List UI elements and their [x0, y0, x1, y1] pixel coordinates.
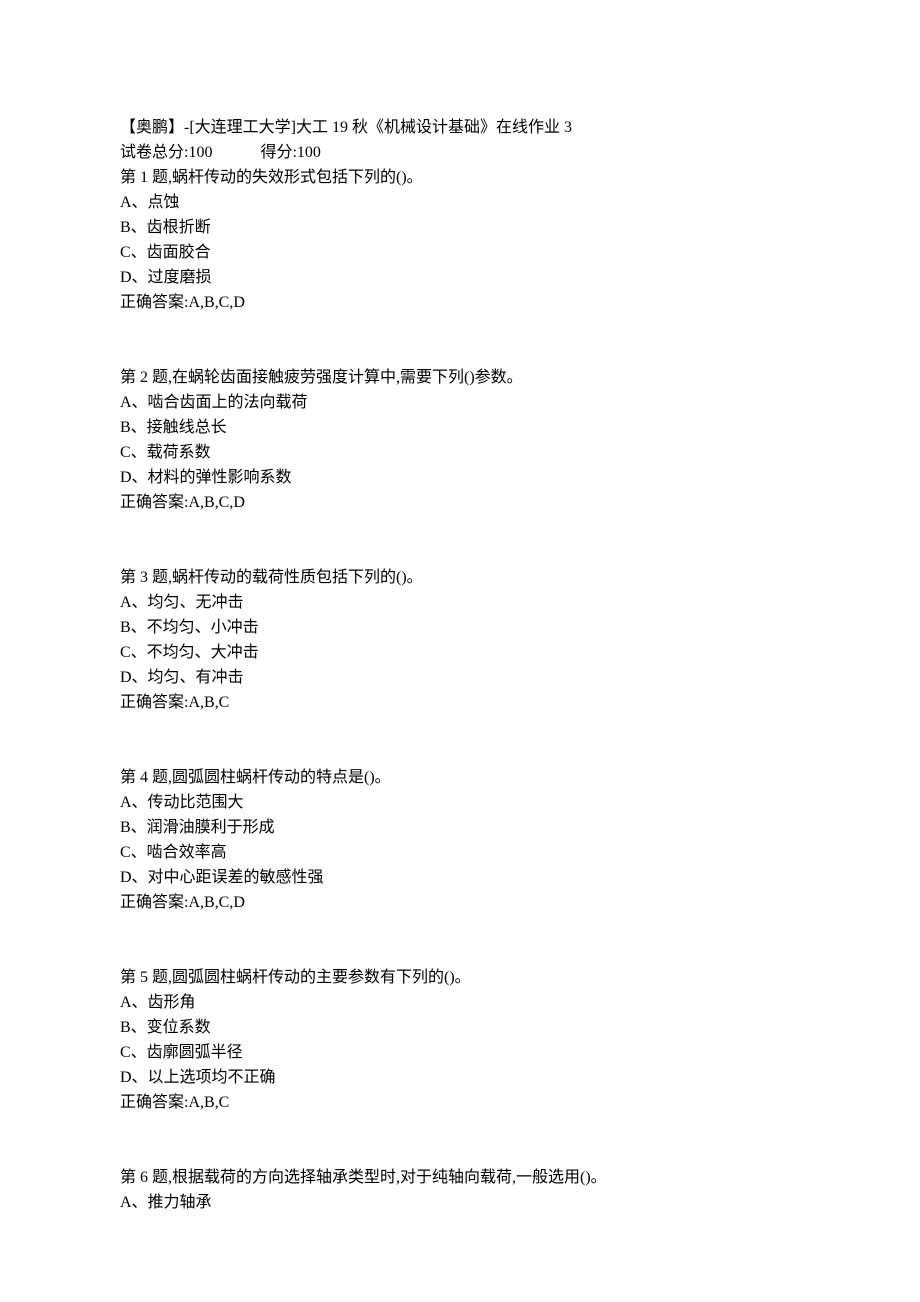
question-block: 第 6 题,根据载荷的方向选择轴承类型时,对于纯轴向载荷,一般选用()。 A、推…: [120, 1165, 800, 1215]
question-stem: 第 5 题,圆弧圆柱蜗杆传动的主要参数有下列的()。: [120, 965, 800, 990]
question-spacer: [120, 515, 800, 565]
option: A、推力轴承: [120, 1190, 800, 1215]
option: A、均匀、无冲击: [120, 590, 800, 615]
option: C、载荷系数: [120, 440, 800, 465]
option: C、齿面胶合: [120, 240, 800, 265]
document-title: 【奥鹏】-[大连理工大学]大工 19 秋《机械设计基础》在线作业 3: [120, 115, 800, 140]
option: A、传动比范围大: [120, 790, 800, 815]
option: B、变位系数: [120, 1015, 800, 1040]
option: D、过度磨损: [120, 265, 800, 290]
option: C、不均匀、大冲击: [120, 640, 800, 665]
question-spacer: [120, 1115, 800, 1165]
answer-line: 正确答案:A,B,C,D: [120, 290, 800, 315]
answer-line: 正确答案:A,B,C,D: [120, 890, 800, 915]
option: B、不均匀、小冲击: [120, 615, 800, 640]
document-page: 【奥鹏】-[大连理工大学]大工 19 秋《机械设计基础》在线作业 3 试卷总分:…: [0, 0, 920, 1275]
score-line: 试卷总分:100 得分:100: [120, 140, 800, 165]
question-spacer: [120, 715, 800, 765]
question-stem: 第 6 题,根据载荷的方向选择轴承类型时,对于纯轴向载荷,一般选用()。: [120, 1165, 800, 1190]
option: D、均匀、有冲击: [120, 665, 800, 690]
question-block: 第 5 题,圆弧圆柱蜗杆传动的主要参数有下列的()。 A、齿形角 B、变位系数 …: [120, 965, 800, 1115]
option: A、点蚀: [120, 190, 800, 215]
question-spacer: [120, 315, 800, 365]
obtained-score-label: 得分:100: [260, 140, 320, 165]
option: D、材料的弹性影响系数: [120, 465, 800, 490]
option: B、齿根折断: [120, 215, 800, 240]
option: A、齿形角: [120, 990, 800, 1015]
option: C、啮合效率高: [120, 840, 800, 865]
question-block: 第 2 题,在蜗轮齿面接触疲劳强度计算中,需要下列()参数。 A、啮合齿面上的法…: [120, 365, 800, 515]
option: C、齿廓圆弧半径: [120, 1040, 800, 1065]
question-stem: 第 1 题,蜗杆传动的失效形式包括下列的()。: [120, 165, 800, 190]
question-block: 第 3 题,蜗杆传动的载荷性质包括下列的()。 A、均匀、无冲击 B、不均匀、小…: [120, 565, 800, 715]
question-stem: 第 4 题,圆弧圆柱蜗杆传动的特点是()。: [120, 765, 800, 790]
option: D、以上选项均不正确: [120, 1065, 800, 1090]
option: B、润滑油膜利于形成: [120, 815, 800, 840]
option: D、对中心距误差的敏感性强: [120, 865, 800, 890]
question-block: 第 4 题,圆弧圆柱蜗杆传动的特点是()。 A、传动比范围大 B、润滑油膜利于形…: [120, 765, 800, 915]
total-score-label: 试卷总分:100: [120, 140, 212, 165]
option: B、接触线总长: [120, 415, 800, 440]
answer-line: 正确答案:A,B,C: [120, 690, 800, 715]
question-stem: 第 2 题,在蜗轮齿面接触疲劳强度计算中,需要下列()参数。: [120, 365, 800, 390]
option: A、啮合齿面上的法向载荷: [120, 390, 800, 415]
answer-line: 正确答案:A,B,C: [120, 1090, 800, 1115]
question-stem: 第 3 题,蜗杆传动的载荷性质包括下列的()。: [120, 565, 800, 590]
question-spacer: [120, 915, 800, 965]
question-block: 第 1 题,蜗杆传动的失效形式包括下列的()。 A、点蚀 B、齿根折断 C、齿面…: [120, 165, 800, 315]
score-gap: [212, 140, 260, 165]
answer-line: 正确答案:A,B,C,D: [120, 490, 800, 515]
